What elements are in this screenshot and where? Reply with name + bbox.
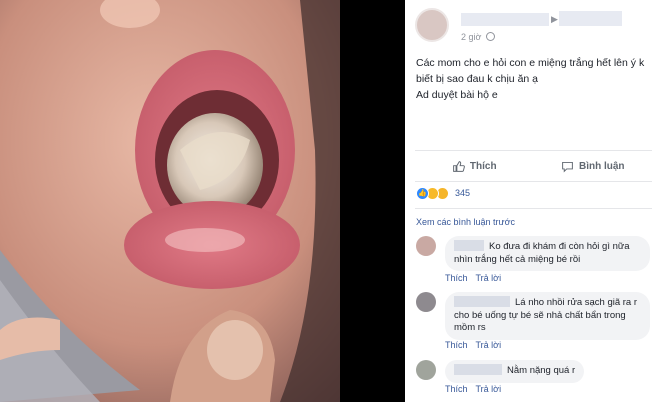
comment-actions: Thích Trả lời	[445, 340, 509, 350]
comment-reply-link[interactable]: Trả lời	[476, 384, 502, 394]
like-label: Thích	[469, 160, 497, 172]
post-time[interactable]: 2 giờ	[461, 32, 481, 42]
globe-icon	[486, 32, 495, 41]
post-photo[interactable]	[0, 0, 405, 402]
comment-like-link[interactable]: Thích	[445, 273, 468, 283]
comment-label: Bình luận	[578, 160, 625, 172]
reactions-summary[interactable]: 👍 345	[416, 186, 470, 200]
right-arrow-icon: ▶	[551, 14, 558, 24]
comment-bubble: Ko đưa đi khám đi còn hỏi gì nữa nhìn tr…	[445, 236, 650, 271]
like-button[interactable]: Thích	[415, 151, 534, 181]
commenter-name-redacted[interactable]	[454, 364, 502, 375]
post-caption: Các mom cho e hỏi con e miệng trắng hết …	[416, 55, 656, 103]
group-name-redacted[interactable]	[559, 11, 622, 26]
post-panel: ▶ 2 giờ Các mom cho e hỏi con e miệng tr…	[405, 0, 660, 402]
post-header: ▶ 2 giờ	[415, 8, 652, 42]
comment-actions: Thích Trả lời	[445, 384, 509, 394]
comment-text-line: Ko đưa đi khám đi còn hỏi gì nữa	[489, 241, 630, 252]
author-avatar[interactable]	[415, 8, 449, 42]
comment-text-line: Lá nho nhồi rửa sạch giã ra r	[515, 297, 638, 308]
reaction-count[interactable]: 345	[455, 188, 470, 198]
caption-line: biết bị sao đau k chịu ăn ạ	[416, 73, 539, 85]
comment: Nằm nặng quá r Thích Trả lời	[416, 360, 654, 400]
divider	[415, 208, 652, 209]
comment-reply-link[interactable]: Trả lời	[476, 273, 502, 283]
caption-line: Các mom cho e hỏi con e miệng trắng hết …	[416, 57, 645, 69]
thumbs-up-icon	[453, 160, 465, 172]
comment-like-link[interactable]: Thích	[445, 340, 468, 350]
commenter-avatar[interactable]	[416, 292, 436, 312]
comment-button[interactable]: Bình luận	[534, 151, 653, 181]
comment-bubble: Nằm nặng quá r	[445, 360, 585, 383]
comment-text-line: nhìn trắng hết cả miệng bé rồi	[454, 253, 581, 265]
commenter-avatar[interactable]	[416, 236, 436, 256]
comment: Ko đưa đi khám đi còn hỏi gì nữa nhìn tr…	[416, 236, 654, 288]
comment-text-line: cho bé uống tự bé sẽ nhả chất bẩn trong	[454, 309, 626, 321]
divider	[415, 181, 652, 182]
author-name-redacted[interactable]	[461, 13, 549, 26]
comment-bubble: Lá nho nhồi rửa sạch giã ra r cho bé uốn…	[445, 292, 650, 340]
comment-actions: Thích Trả lời	[445, 273, 509, 283]
baby-mouth-photo	[0, 0, 405, 402]
comment: Lá nho nhồi rửa sạch giã ra r cho bé uốn…	[416, 292, 654, 354]
commenter-avatar[interactable]	[416, 360, 436, 380]
commenter-name-redacted[interactable]	[454, 240, 484, 251]
comment-like-link[interactable]: Thích	[445, 384, 468, 394]
comment-reply-link[interactable]: Trả lời	[476, 340, 502, 350]
like-reaction-icon: 👍	[416, 186, 429, 200]
caption-line: Ad duyệt bài hộ e	[416, 89, 498, 101]
comment-text-line: Nằm nặng quá r	[507, 365, 576, 376]
commenter-name-redacted[interactable]	[454, 296, 510, 307]
comment-text-line: mồm rs	[454, 322, 486, 333]
comment-icon	[562, 161, 573, 173]
view-previous-comments-link[interactable]: Xem các bình luận trước	[416, 217, 515, 227]
post-actions: Thích Bình luận	[415, 151, 652, 181]
